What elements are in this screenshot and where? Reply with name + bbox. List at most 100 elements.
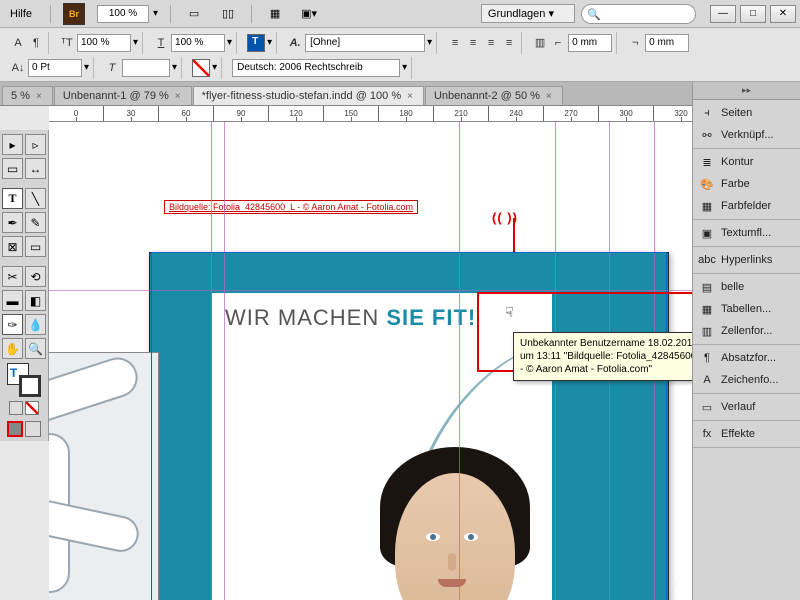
ruler-tick: 180 (379, 106, 434, 121)
ruler-tick: 270 (544, 106, 599, 121)
view-layout2-icon[interactable]: ▯▯ (217, 3, 239, 25)
view-normal-button[interactable] (7, 421, 23, 437)
rect-frame-tool[interactable]: ⊠ (2, 236, 23, 257)
panel-label: Seiten (721, 107, 752, 119)
map-fragment[interactable] (49, 352, 159, 600)
direct-select-tool[interactable]: ▹ (25, 134, 46, 155)
skew-input[interactable] (122, 59, 170, 77)
panel-hyperlinks[interactable]: abcHyperlinks (693, 249, 800, 271)
panel-verknpf[interactable]: ⚯Verknüpf... (693, 124, 800, 146)
close-button[interactable]: ✕ (770, 5, 796, 23)
menu-help[interactable]: Hilfe (4, 6, 38, 22)
document-tab[interactable]: Unbenannt-2 @ 50 %× (425, 86, 563, 105)
hand-tool[interactable]: ✋ (2, 338, 23, 359)
align-bottom-icon[interactable]: ≡ (483, 35, 499, 51)
panel-effekte[interactable]: fxEffekte (693, 423, 800, 445)
ruler-tick: 240 (489, 106, 544, 121)
bridge-button[interactable]: Br (63, 3, 85, 25)
panel-tabellen[interactable]: ▦Tabellen... (693, 298, 800, 320)
line-tool[interactable]: ╲ (25, 188, 46, 209)
apply-fill-button[interactable] (9, 401, 23, 415)
stroke-swatch[interactable] (19, 375, 41, 397)
gradient-feather-tool[interactable]: ◧ (25, 290, 46, 311)
view-preview-button[interactable] (25, 421, 41, 437)
fill-stroke-control[interactable]: T (7, 363, 41, 397)
minimize-button[interactable]: — (710, 5, 736, 23)
canvas-area[interactable]: Bildquelle: Fotolia_42845600_L - © Aaron… (49, 122, 692, 600)
align-justify-icon[interactable]: ≡ (501, 35, 517, 51)
panel-collapse-button[interactable]: ▸▸ (693, 82, 800, 100)
gradient-tool[interactable]: ▬ (2, 290, 23, 311)
chevron-down-icon[interactable]: ▾ (427, 37, 432, 48)
selection-tool[interactable]: ▸ (2, 134, 23, 155)
zoom-input[interactable] (97, 5, 149, 23)
document-tab[interactable]: 5 %× (2, 86, 53, 105)
panel-icon: 🎨 (699, 177, 715, 191)
panel-absatzfor[interactable]: ¶Absatzfor... (693, 347, 800, 369)
eyedropper-tool[interactable]: 💧 (25, 314, 46, 335)
chevron-down-icon[interactable]: ▾ (212, 62, 217, 73)
view-layout-icon[interactable]: ▭ (183, 3, 205, 25)
panel-zellenfor[interactable]: ▥Zellenfor... (693, 320, 800, 342)
chevron-down-icon[interactable]: ▾ (227, 37, 232, 48)
chevron-down-icon[interactable]: ▾ (267, 37, 272, 48)
close-tab-icon[interactable]: × (36, 91, 42, 102)
font-size-input[interactable] (77, 34, 131, 52)
pen-tool[interactable]: ✒ (2, 212, 23, 233)
panel-icon: A (699, 373, 715, 387)
chevron-down-icon[interactable]: ▾ (153, 8, 158, 19)
stroke-none-swatch[interactable] (192, 59, 210, 77)
image-source-caption[interactable]: Bildquelle: Fotolia_42845600_L - © Aaron… (164, 200, 418, 214)
transform-tool[interactable]: ⟲ (25, 266, 46, 287)
text-fill-swatch[interactable]: T (247, 34, 265, 52)
arrange-icon[interactable]: ▦ (264, 3, 286, 25)
language-select[interactable] (232, 59, 400, 77)
panel-label: Hyperlinks (721, 254, 772, 266)
panel-textumfl[interactable]: ▣Textumfl... (693, 222, 800, 244)
type-tool[interactable]: T (2, 188, 23, 209)
ruler-tick: 150 (324, 106, 379, 121)
document-tab[interactable]: Unbenannt-1 @ 79 %× (54, 86, 192, 105)
note-tool[interactable]: ✑ (2, 314, 23, 335)
pencil-tool[interactable]: ✎ (25, 212, 46, 233)
zoom-tool[interactable]: 🔍 (25, 338, 46, 359)
maximize-button[interactable]: □ (740, 5, 766, 23)
gap-tool[interactable]: ↔ (25, 158, 46, 179)
panel-icon: ▭ (699, 400, 715, 414)
char-mode-icon[interactable]: A (10, 35, 26, 51)
chevron-down-icon[interactable]: ▾ (133, 37, 138, 48)
apply-none-button[interactable] (25, 401, 39, 415)
panel-belle[interactable]: ▤belle (693, 276, 800, 298)
inset-right-input[interactable] (645, 34, 689, 52)
inset-top-input[interactable] (568, 34, 612, 52)
panel-farbe[interactable]: 🎨Farbe (693, 173, 800, 195)
zoom-control[interactable]: ▾ (97, 5, 158, 23)
document-tab[interactable]: *flyer-fitness-studio-stefan.indd @ 100 … (193, 86, 424, 105)
rect-tool[interactable]: ▭ (25, 236, 46, 257)
inset-top-icon: ⌐ (550, 35, 566, 51)
chevron-down-icon[interactable]: ▾ (172, 62, 177, 73)
baseline-input[interactable] (28, 59, 82, 77)
cursor-icon: ☟ (505, 304, 514, 321)
panel-label: Verknüpf... (721, 129, 774, 141)
chevron-down-icon[interactable]: ▾ (402, 62, 407, 73)
panel-farbfelder[interactable]: ▦Farbfelder (693, 195, 800, 217)
panel-zeichenfo[interactable]: AZeichenfo... (693, 369, 800, 391)
close-tab-icon[interactable]: × (175, 91, 181, 102)
columns-icon[interactable]: ▥ (532, 35, 548, 51)
scissors-tool[interactable]: ✂ (2, 266, 23, 287)
workspace-selector[interactable]: Grundlagen ▾ (481, 4, 575, 23)
scale-h-input[interactable] (171, 34, 225, 52)
close-tab-icon[interactable]: × (546, 91, 552, 102)
char-style-select[interactable] (305, 34, 425, 52)
align-middle-icon[interactable]: ≡ (465, 35, 481, 51)
chevron-down-icon[interactable]: ▾ (84, 62, 89, 73)
para-mode-icon[interactable]: ¶ (28, 35, 44, 51)
panel-verlauf[interactable]: ▭Verlauf (693, 396, 800, 418)
close-tab-icon[interactable]: × (407, 91, 413, 102)
panel-kontur[interactable]: ≣Kontur (693, 151, 800, 173)
screen-mode-icon[interactable]: ▣▾ (298, 3, 320, 25)
page-tool[interactable]: ▭ (2, 158, 23, 179)
panel-seiten[interactable]: ⫞Seiten (693, 102, 800, 124)
align-top-icon[interactable]: ≡ (447, 35, 463, 51)
